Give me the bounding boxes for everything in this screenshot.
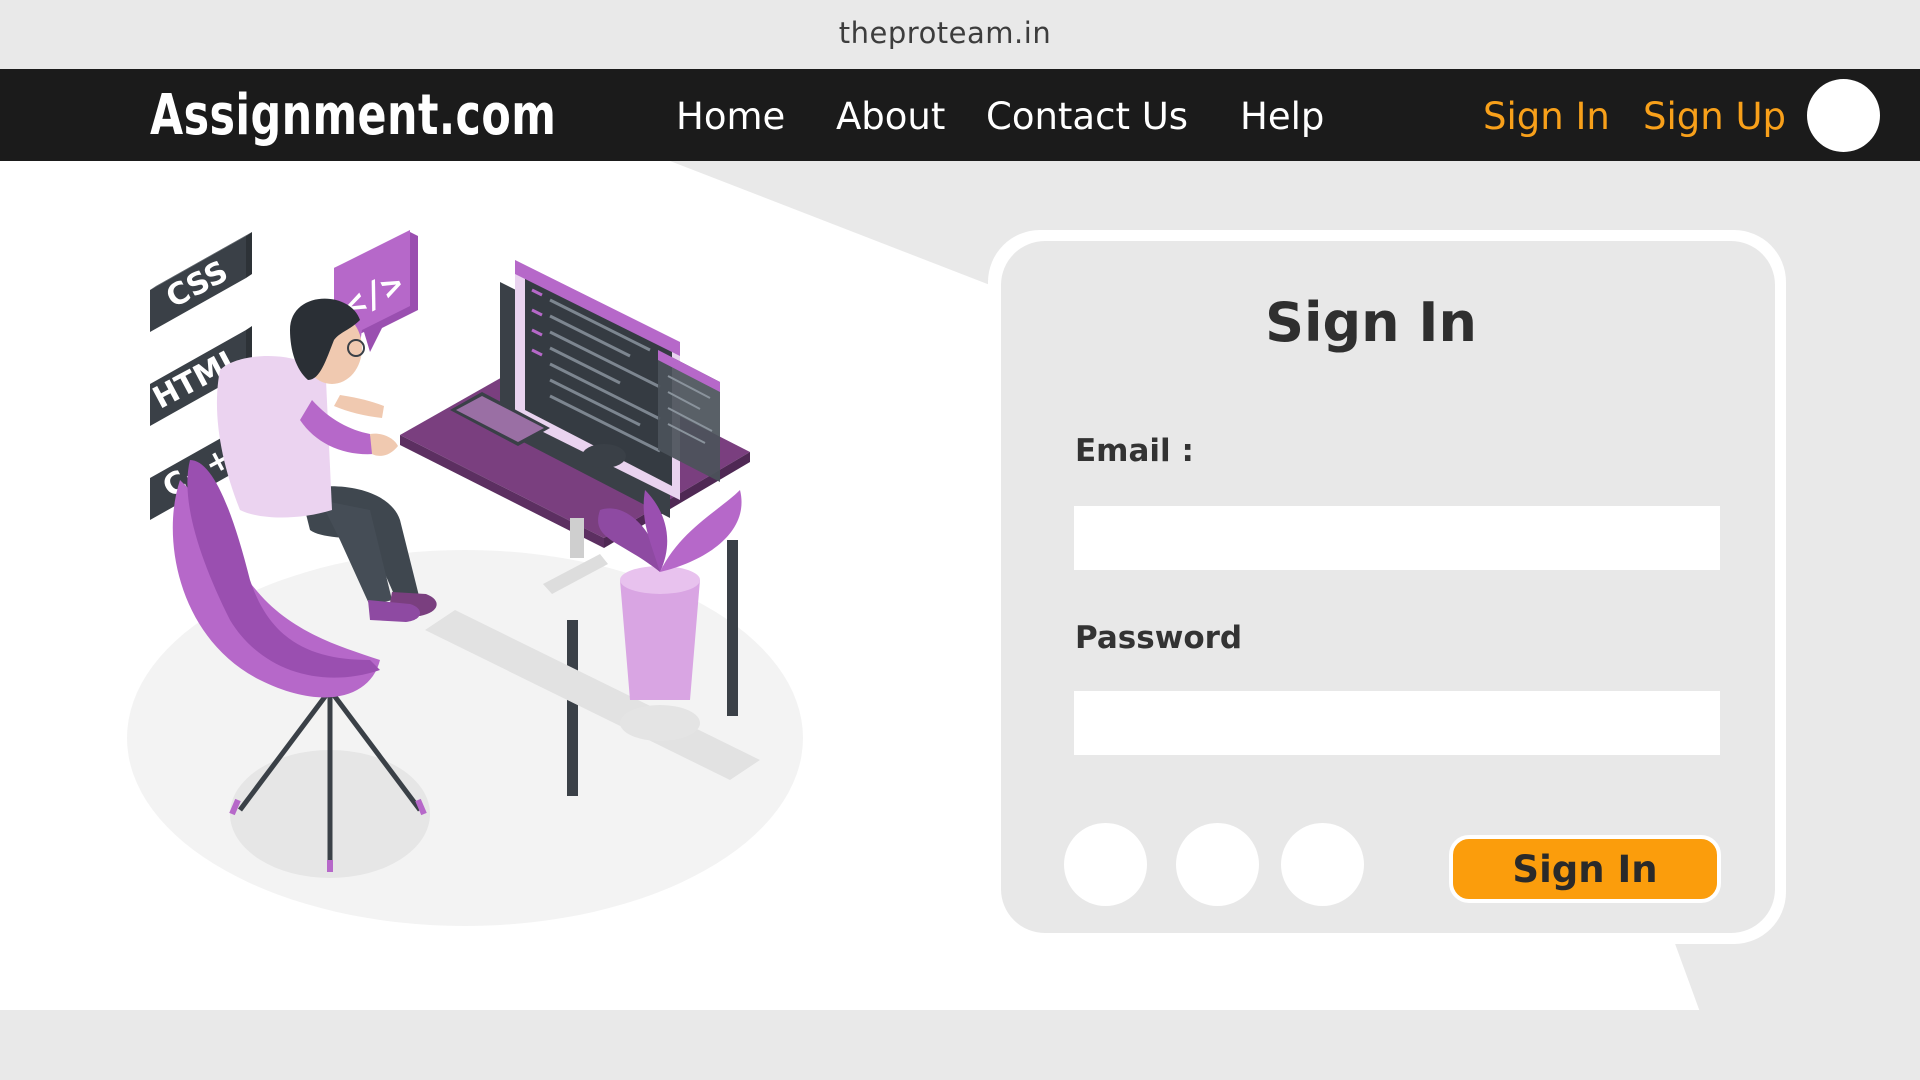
login-card: Sign In Email : Password Sign In xyxy=(1001,241,1775,933)
email-label: Email : xyxy=(1075,433,1194,469)
nav-sign-up-link[interactable]: Sign Up xyxy=(1643,95,1786,138)
password-label: Password xyxy=(1075,620,1243,656)
site-url: theproteam.in xyxy=(838,16,1052,50)
nav-home-link[interactable]: Home xyxy=(676,95,785,138)
nav-sign-in-link[interactable]: Sign In xyxy=(1483,95,1610,138)
social-login-icon-3[interactable] xyxy=(1281,823,1364,906)
css-tag: CSS xyxy=(150,232,252,332)
nav-contact-link[interactable]: Contact Us xyxy=(986,95,1188,138)
social-login-icon-1[interactable] xyxy=(1064,823,1147,906)
nav-help-link[interactable]: Help xyxy=(1240,95,1324,138)
email-input[interactable] xyxy=(1074,506,1720,570)
social-login-icon-2[interactable] xyxy=(1176,823,1259,906)
login-title: Sign In xyxy=(1265,291,1477,354)
site-logo[interactable]: Assignment.com xyxy=(150,83,556,148)
nav-about-link[interactable]: About xyxy=(836,95,945,138)
navbar: Assignment.com Home About Contact Us Hel… xyxy=(0,69,1920,161)
developer-illustration: CSS HTML C++ </> xyxy=(127,230,803,926)
sign-in-submit-button[interactable]: Sign In xyxy=(1449,835,1721,903)
profile-avatar-icon[interactable] xyxy=(1807,79,1880,152)
password-input[interactable] xyxy=(1074,691,1720,755)
